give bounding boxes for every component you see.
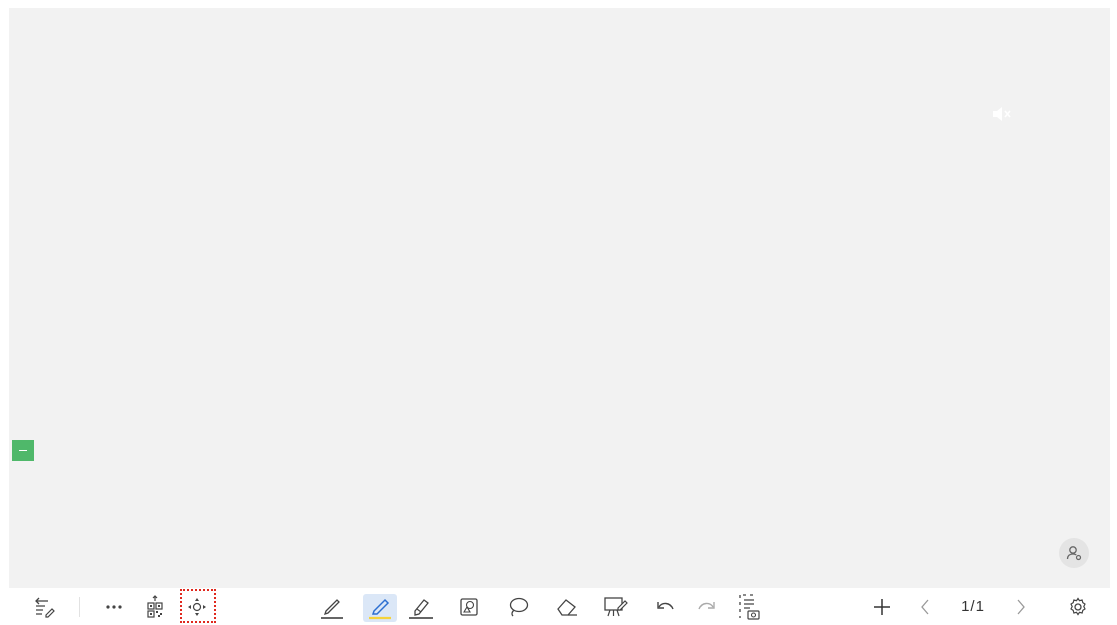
shapes-button[interactable] [455,588,483,625]
settings-button[interactable] [1064,588,1092,625]
more-options-button[interactable] [100,588,128,625]
minus-icon [19,449,27,452]
undo-button[interactable] [654,588,678,625]
pen-button[interactable] [318,588,346,625]
qr-code-icon [147,594,163,618]
side-panel-collapse-tab[interactable] [12,440,34,461]
whiteboard-canvas[interactable] [9,8,1110,588]
list-edit-icon [35,597,55,618]
screenshot-icon [739,593,760,620]
redo-button[interactable] [694,588,718,625]
redo-icon [698,601,715,609]
background-button[interactable] [601,588,631,625]
shapes-icon [460,597,478,616]
ellipsis-icon [106,604,122,609]
next-page-button[interactable] [1008,588,1034,625]
add-page-button[interactable] [868,588,896,625]
bottom-toolbar: 1/1 [0,588,1117,625]
page-indicator: 1/1 [961,598,985,615]
speaker-mute-icon[interactable] [990,104,1014,124]
lasso-icon [509,597,529,616]
gear-icon [1070,596,1086,616]
easel-icon [604,596,628,616]
pen-icon [321,598,343,619]
page-indicator-box: 1/1 [948,588,998,625]
plus-icon [874,598,890,615]
chevron-left-icon [921,599,929,614]
undo-icon [657,601,674,609]
move-arrows-icon [188,597,206,616]
move-toolbar-button[interactable] [183,588,211,625]
user-group-icon [1066,546,1082,561]
chevron-right-icon [1017,599,1025,614]
brush-button[interactable] [406,588,436,625]
eraser-icon [557,598,577,616]
qr-share-button[interactable] [141,588,169,625]
toolbar-divider [79,597,80,617]
screenshot-button[interactable] [735,588,763,625]
user-group-button[interactable] [1059,538,1089,568]
lasso-button[interactable] [503,588,533,625]
brush-icon [409,598,433,619]
prev-page-button[interactable] [912,588,938,625]
notes-menu-button[interactable] [30,588,58,625]
eraser-button[interactable] [553,588,581,625]
highlighter-button[interactable] [366,588,394,625]
highlighter-icon [369,598,391,619]
